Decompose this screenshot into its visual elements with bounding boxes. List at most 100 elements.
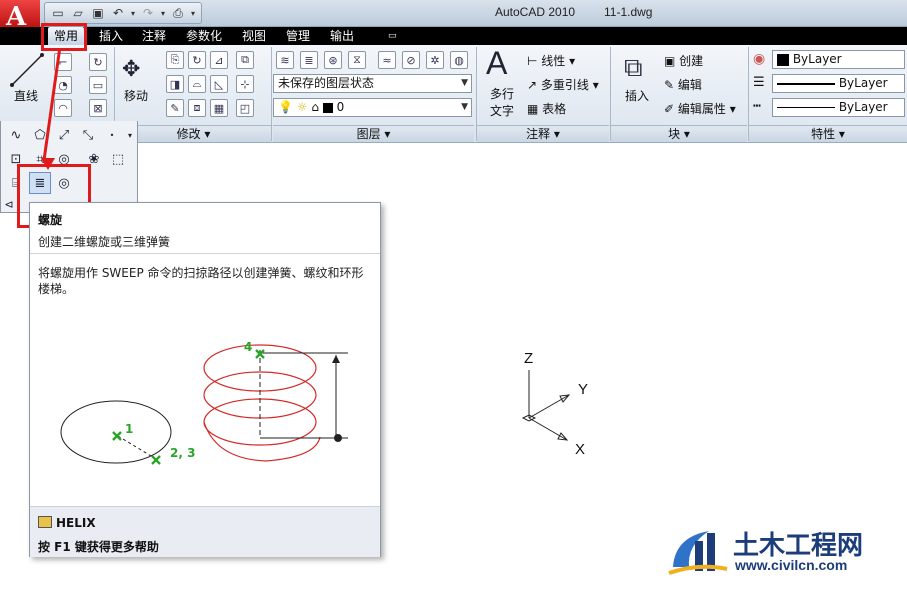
minimize-ribbon-icon[interactable]: ▭ <box>382 27 403 45</box>
line-button-label[interactable]: 直线 <box>14 87 38 104</box>
tab-parametric[interactable]: 参数化 <box>180 27 228 45</box>
linetype-select[interactable]: ByLayer <box>772 74 905 93</box>
mtext-label-1[interactable]: 多行 <box>490 85 514 102</box>
sun-icon: ☼ <box>296 100 308 114</box>
edit-attributes-button[interactable]: ✐ 编辑属性 ▾ <box>664 100 736 117</box>
block-panel-title[interactable]: 块 ▾ <box>611 125 747 142</box>
watermark: 土木工程网 www.civilcn.com <box>665 523 905 583</box>
create-block-button[interactable]: ▣ 创建 <box>664 52 703 69</box>
copy-icon[interactable]: ⎘ <box>166 51 184 69</box>
tooltip-subtitle: 创建二维螺旋或三维弹簧 <box>38 235 171 249</box>
pin-icon[interactable]: ⊲ <box>1 196 17 212</box>
lineweight-select[interactable]: ByLayer <box>772 98 905 117</box>
layer-select[interactable]: 💡 ☼ ⌂ 0 ▼ <box>273 98 472 117</box>
spline-icon[interactable]: ∿ <box>5 124 27 146</box>
chevron-down-icon: ▼ <box>461 102 468 112</box>
point-label-4: 4 <box>244 340 253 354</box>
rectangle-icon[interactable]: ▭ <box>89 76 107 94</box>
print-icon[interactable]: ⎙ <box>169 4 187 22</box>
redo-icon[interactable]: ↷ <box>139 4 157 22</box>
wipeout-icon[interactable]: ⬚ <box>107 148 129 170</box>
line-icon[interactable] <box>8 49 48 89</box>
construction-line-icon[interactable]: ⤡ <box>77 124 99 146</box>
dropdown-icon[interactable]: ▾ <box>189 4 197 22</box>
edit-attributes-label: 编辑属性 <box>677 102 726 116</box>
tab-manage[interactable]: 管理 <box>280 27 316 45</box>
ucs-z-label: Z <box>524 350 534 367</box>
linear-dim-button[interactable]: ⊢ 线性 ▾ <box>527 52 575 69</box>
layer-off-icon[interactable]: ◍ <box>450 51 468 69</box>
point-label-1: 1 <box>125 422 134 436</box>
scale-icon[interactable]: ⧈ <box>188 99 206 117</box>
insert-block-icon[interactable]: ⧉ <box>624 53 643 84</box>
erase-icon[interactable]: ✎ <box>166 99 184 117</box>
helix-tooltip: 螺旋 创建二维螺旋或三维弹簧 将螺旋用作 SWEEP 命令的扫掠路径以创建弹簧、… <box>29 202 381 557</box>
point-label-2-3: 2, 3 <box>170 446 196 460</box>
offset-icon[interactable]: ⧉ <box>236 51 254 69</box>
tab-annotate[interactable]: 注释 <box>136 27 172 45</box>
chevron-down-icon[interactable]: ▾ <box>119 124 141 146</box>
explode-icon[interactable]: ⊹ <box>236 75 254 93</box>
annotation-panel-title[interactable]: 注释 ▾ <box>477 125 609 142</box>
hatch-icon[interactable]: ⊠ <box>89 99 107 117</box>
properties-panel-title[interactable]: 特性 ▾ <box>749 125 907 142</box>
layer-color-swatch <box>322 102 333 113</box>
linetype-value: ByLayer <box>838 76 888 90</box>
lightbulb-icon: 💡 <box>278 100 293 114</box>
lineweight-value: ByLayer <box>838 100 888 114</box>
mtext-icon[interactable]: A <box>486 45 507 82</box>
mirror-icon[interactable]: ◨ <box>166 75 184 93</box>
tooltip-footer: HELIX 按 F1 键获得更多帮助 <box>30 506 380 557</box>
move-icon[interactable]: ✥ <box>122 57 140 82</box>
table-label: 表格 <box>542 102 567 116</box>
table-button[interactable]: ▦ 表格 <box>527 100 566 117</box>
dropdown-icon[interactable]: ▾ <box>159 4 167 22</box>
new-file-icon[interactable]: ▭ <box>49 4 67 22</box>
stretch-icon[interactable]: ◺ <box>210 75 228 93</box>
watermark-url: www.civilcn.com <box>735 557 848 573</box>
ucs-y-label: Y <box>578 381 589 398</box>
array-icon[interactable]: ▦ <box>210 99 228 117</box>
ray-icon[interactable]: ⤢ <box>53 124 75 146</box>
tab-highlight-box <box>41 23 87 51</box>
app-title: AutoCAD 2010 <box>495 5 576 19</box>
command-icon <box>38 516 52 528</box>
arc-icon[interactable]: ◠ <box>54 99 72 117</box>
dropdown-icon[interactable]: ▾ <box>129 4 137 22</box>
layer-freeze-icon[interactable]: ✲ <box>426 51 444 69</box>
layer-iso-icon[interactable]: ⊘ <box>402 51 420 69</box>
fillet-icon[interactable]: ⌓ <box>188 75 206 93</box>
ucs-icon <box>521 370 571 441</box>
make-current-icon[interactable]: ⊛ <box>324 51 342 69</box>
tab-view[interactable]: 视图 <box>236 27 272 45</box>
current-layer-value: 0 <box>336 100 345 114</box>
move-button-label[interactable]: 移动 <box>124 87 148 104</box>
mleader-button[interactable]: ↗ 多重引线 ▾ <box>527 76 599 93</box>
color-select[interactable]: ByLayer <box>772 50 905 69</box>
chamfer-icon[interactable]: ◰ <box>236 99 254 117</box>
layer-state-select[interactable]: 未保存的图层状态 ▼ <box>273 74 472 93</box>
tooltip-title: 螺旋 <box>38 213 63 227</box>
layer-properties-icon[interactable]: ≋ <box>276 51 294 69</box>
title-bar: ▭ ▱ ▣ ↶ ▾ ↷ ▾ ⎙ ▾ AutoCAD 2010 11-1.dwg <box>0 0 907 27</box>
quick-access-toolbar: ▭ ▱ ▣ ↶ ▾ ↷ ▾ ⎙ ▾ <box>44 2 202 24</box>
tab-output[interactable]: 输出 <box>324 27 360 45</box>
polygon-icon[interactable]: ↻ <box>89 53 107 71</box>
ribbon-tabs: 常用 插入 注释 参数化 视图 管理 输出 ▭ <box>0 27 907 45</box>
layer-previous-icon[interactable]: ≈ <box>378 51 396 69</box>
rotate-icon[interactable]: ↻ <box>188 51 206 69</box>
open-file-icon[interactable]: ▱ <box>69 4 87 22</box>
undo-icon[interactable]: ↶ <box>109 4 127 22</box>
save-icon[interactable]: ▣ <box>89 4 107 22</box>
edit-block-button[interactable]: ✎ 编辑 <box>664 76 702 93</box>
color-value: ByLayer <box>792 52 842 66</box>
trim-icon[interactable]: ⊿ <box>210 51 228 69</box>
tab-insert[interactable]: 插入 <box>93 27 129 45</box>
match-layer-icon[interactable]: ⧖ <box>348 51 366 69</box>
insert-block-label[interactable]: 插入 <box>625 87 649 104</box>
mtext-label-2[interactable]: 文字 <box>490 102 514 119</box>
tooltip-description: 将螺旋用作 SWEEP 命令的扫掠路径以创建弹簧、螺纹和环形楼梯。 <box>38 266 364 296</box>
layer-state-value: 未保存的图层状态 <box>278 76 375 90</box>
layers-panel-title[interactable]: 图层 ▾ <box>273 125 474 142</box>
layer-states-icon[interactable]: ≣ <box>300 51 318 69</box>
